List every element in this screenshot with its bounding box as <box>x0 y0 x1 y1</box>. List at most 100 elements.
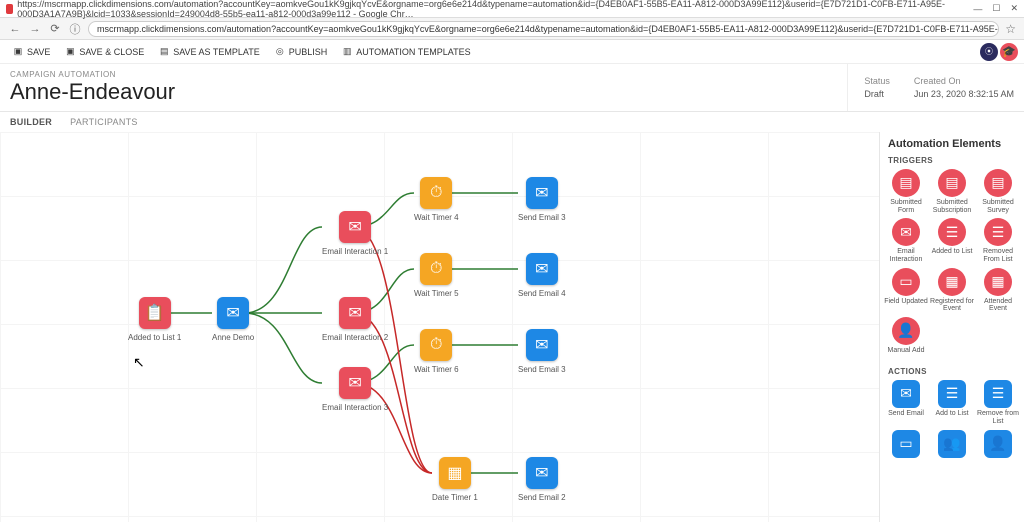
site-info-icon[interactable]: ⓘ <box>68 21 82 37</box>
trigger-attended-event[interactable]: ▦Attended Event <box>976 268 1020 313</box>
grad-cap-icon[interactable]: 🎓 <box>1000 43 1018 61</box>
added-to-list-icon: 📋 <box>139 297 171 329</box>
trigger-removed-from-list[interactable]: ☰Removed From List <box>976 218 1020 263</box>
tab-strip: BUILDER PARTICIPANTS <box>0 112 1024 132</box>
tab-title: https://mscrmapp.clickdimensions.com/aut… <box>17 0 973 19</box>
person-add-icon: 👤 <box>892 317 920 345</box>
envelope-icon: ✉ <box>217 297 249 329</box>
user-avatar[interactable]: ⦿ <box>980 43 998 61</box>
action-remove-from-list[interactable]: ☰Remove from List <box>976 380 1020 425</box>
save-close-icon: ▣ <box>64 46 76 58</box>
trigger-manual-add[interactable]: 👤Manual Add <box>884 317 928 361</box>
field-icon: ▭ <box>892 268 920 296</box>
form-icon: ▤ <box>984 169 1012 197</box>
status-value: Draft <box>864 88 890 101</box>
list-remove-icon: ☰ <box>984 380 1012 408</box>
publish-icon: ◎ <box>274 46 286 58</box>
status-block: Status Draft <box>864 75 890 100</box>
form-icon: ▤ <box>938 169 966 197</box>
trigger-submitted-form[interactable]: ▤Submitted Form <box>884 169 928 214</box>
envelope-icon: ✉ <box>892 380 920 408</box>
envelope-icon: ✉ <box>526 253 558 285</box>
window-minimize[interactable]: — <box>973 4 982 14</box>
node-send-email-3a[interactable]: ✉ Send Email 3 <box>518 177 566 222</box>
node-email-interaction-2[interactable]: ✉ Email Interaction 2 <box>322 297 388 342</box>
action-add-to-list[interactable]: ☰Add to List <box>930 380 974 425</box>
trigger-added-to-list[interactable]: ☰Added to List <box>930 218 974 263</box>
url-input[interactable]: mscrmapp.clickdimensions.com/automation?… <box>88 21 999 37</box>
envelope-icon: ✉ <box>526 329 558 361</box>
templates-icon: ▥ <box>341 46 353 58</box>
save-button[interactable]: ▣ SAVE <box>6 44 56 60</box>
node-date-timer-1[interactable]: ▦ Date Timer 1 <box>432 457 478 502</box>
list-add-icon: ☰ <box>938 218 966 246</box>
trigger-registered-for-event[interactable]: ▦Registered for Event <box>930 268 974 313</box>
node-wait-timer-6[interactable]: ⏱ Wait Timer 6 <box>414 329 459 374</box>
node-wait-timer-4[interactable]: ⏱ Wait Timer 4 <box>414 177 459 222</box>
automation-templates-button[interactable]: ▥ AUTOMATION TEMPLATES <box>335 44 476 60</box>
save-as-template-button[interactable]: ▤ SAVE AS TEMPLATE <box>152 44 266 60</box>
node-anne-demo[interactable]: ✉ Anne Demo <box>212 297 254 342</box>
nav-reload-icon[interactable]: ⟳ <box>48 22 62 35</box>
panel-title: Automation Elements <box>884 138 1020 150</box>
actions-heading: ACTIONS <box>888 367 1020 376</box>
window-close[interactable]: ✕ <box>1010 3 1018 14</box>
bookmark-star-icon[interactable]: ☆ <box>1005 22 1016 36</box>
envelope-icon: ✉ <box>526 177 558 209</box>
mouse-cursor-icon: ↖ <box>133 354 145 371</box>
node-added-to-list[interactable]: 📋 Added to List 1 <box>128 297 181 342</box>
created-on-value: Jun 23, 2020 8:32:15 AM <box>914 88 1014 101</box>
stopwatch-icon: ⏱ <box>420 329 452 361</box>
browser-tab-bar: https://mscrmapp.clickdimensions.com/aut… <box>0 0 1024 18</box>
node-email-interaction-1[interactable]: ✉ Email Interaction 1 <box>322 211 388 256</box>
save-close-button[interactable]: ▣ SAVE & CLOSE <box>58 44 150 60</box>
breadcrumb: CAMPAIGN AUTOMATION <box>10 70 847 79</box>
node-wait-timer-5[interactable]: ⏱ Wait Timer 5 <box>414 253 459 298</box>
envelope-icon: ✉ <box>892 218 920 246</box>
nav-back-icon[interactable]: ← <box>8 23 22 35</box>
person-icon: 👤 <box>984 430 1012 458</box>
people-icon: 👥 <box>938 430 966 458</box>
envelope-icon: ✉ <box>339 211 371 243</box>
created-on-block: Created On Jun 23, 2020 8:32:15 AM <box>914 75 1014 100</box>
triggers-heading: TRIGGERS <box>888 156 1020 165</box>
stopwatch-icon: ⏱ <box>420 177 452 209</box>
trigger-submitted-subscription[interactable]: ▤Submitted Subscription <box>930 169 974 214</box>
action-icon: ▭ <box>892 430 920 458</box>
calendar-icon: ▦ <box>938 268 966 296</box>
page-title: Anne-Endeavour <box>10 79 847 105</box>
publish-button[interactable]: ◎ PUBLISH <box>268 44 334 60</box>
trigger-submitted-survey[interactable]: ▤Submitted Survey <box>976 169 1020 214</box>
window-maximize[interactable]: ☐ <box>992 3 1000 14</box>
nav-forward-icon[interactable]: → <box>28 23 42 35</box>
stopwatch-icon: ⏱ <box>420 253 452 285</box>
automation-elements-panel: Automation Elements TRIGGERS ▤Submitted … <box>879 132 1024 522</box>
page-header: CAMPAIGN AUTOMATION Anne-Endeavour Statu… <box>0 64 1024 112</box>
template-icon: ▤ <box>158 46 170 58</box>
action-item-6[interactable]: 👤 <box>976 430 1020 474</box>
list-remove-icon: ☰ <box>984 218 1012 246</box>
envelope-icon: ✉ <box>339 297 371 329</box>
action-send-email[interactable]: ✉Send Email <box>884 380 928 425</box>
browser-tab[interactable]: https://mscrmapp.clickdimensions.com/aut… <box>6 0 973 19</box>
node-send-email-4[interactable]: ✉ Send Email 4 <box>518 253 566 298</box>
calendar-icon: ▦ <box>984 268 1012 296</box>
calendar-icon: ▦ <box>439 457 471 489</box>
tab-participants[interactable]: PARTICIPANTS <box>70 117 138 127</box>
browser-address-bar: ← → ⟳ ⓘ mscrmapp.clickdimensions.com/aut… <box>0 18 1024 40</box>
node-send-email-3b[interactable]: ✉ Send Email 3 <box>518 329 566 374</box>
list-add-icon: ☰ <box>938 380 966 408</box>
node-email-interaction-3[interactable]: ✉ Email Interaction 3 <box>322 367 388 412</box>
action-item-4[interactable]: ▭ <box>884 430 928 474</box>
action-item-5[interactable]: 👥 <box>930 430 974 474</box>
favicon <box>6 4 13 14</box>
trigger-email-interaction[interactable]: ✉Email Interaction <box>884 218 928 263</box>
flow-canvas[interactable]: 📋 Added to List 1 ✉ Anne Demo ✉ Email In… <box>0 132 879 522</box>
trigger-field-updated[interactable]: ▭Field Updated <box>884 268 928 313</box>
app-toolbar: ▣ SAVE ▣ SAVE & CLOSE ▤ SAVE AS TEMPLATE… <box>0 40 1024 64</box>
form-icon: ▤ <box>892 169 920 197</box>
envelope-icon: ✉ <box>339 367 371 399</box>
node-send-email-2[interactable]: ✉ Send Email 2 <box>518 457 566 502</box>
tab-builder[interactable]: BUILDER <box>10 117 52 127</box>
envelope-icon: ✉ <box>526 457 558 489</box>
